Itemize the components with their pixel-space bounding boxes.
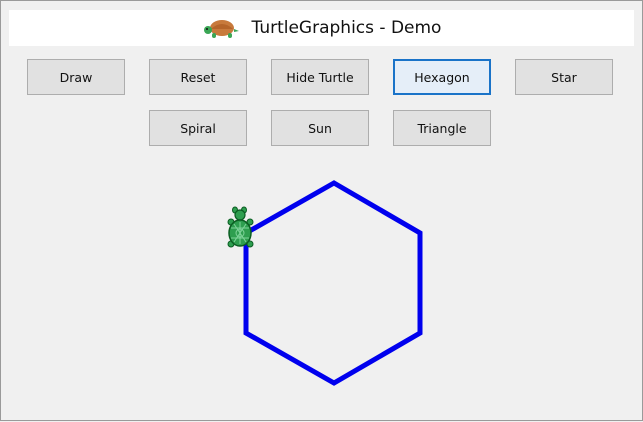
title-bar: TurtleGraphics - Demo [9,10,634,46]
hide-turtle-button[interactable]: Hide Turtle [271,59,369,95]
turtle-cursor-icon [227,206,254,248]
triangle-button[interactable]: Triangle [393,110,491,146]
reset-button[interactable]: Reset [149,59,247,95]
sun-button[interactable]: Sun [271,110,369,146]
hexagon-shape [243,180,423,386]
draw-button[interactable]: Draw [27,59,125,95]
app-window: TurtleGraphics - Demo Draw Reset Hide Tu… [0,0,643,421]
window-title: TurtleGraphics - Demo [251,18,442,38]
star-button[interactable]: Star [515,59,613,95]
hexagon-button[interactable]: Hexagon [393,59,491,95]
turtle-icon [202,17,240,39]
spiral-button[interactable]: Spiral [149,110,247,146]
